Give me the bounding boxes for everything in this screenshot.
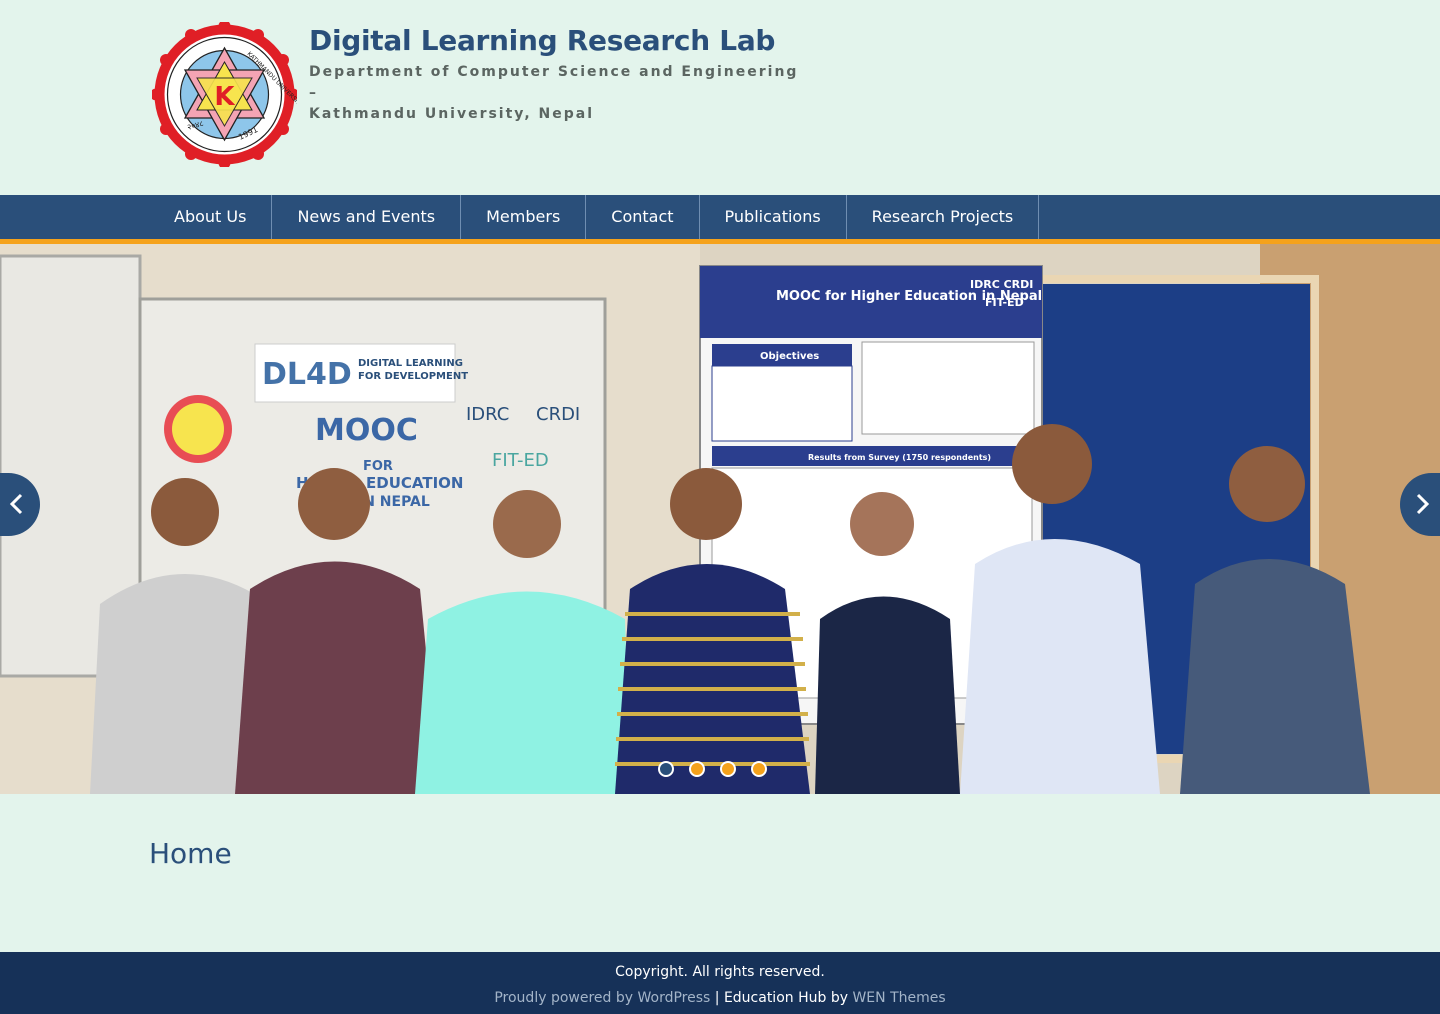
chevron-right-icon [1416, 493, 1430, 515]
poster-fit: FIT-ED [985, 296, 1024, 309]
banner-logo-sub-1: DIGITAL LEARNING [358, 358, 463, 369]
slide-image: DL4D DIGITAL LEARNING FOR DEVELOPMENT MO… [0, 244, 1440, 794]
banner-headline: MOOC [315, 413, 418, 448]
logo-mark: K [214, 82, 235, 112]
theme-credit: Education Hub by [723, 990, 853, 1006]
nav-item-members[interactable]: Members [461, 195, 587, 239]
nav-item-news-and-events[interactable]: News and Events [272, 195, 462, 239]
copyright-text: Copyright. All rights reserved. [615, 964, 825, 980]
poster-objectives: Objectives [760, 351, 819, 362]
nav-item-publications[interactable]: Publications [700, 195, 847, 239]
site-header: KATHMANDU UNIVERSITY २०४८ 1991 K Digital… [0, 0, 1440, 195]
nav-item-contact[interactable]: Contact [586, 195, 700, 239]
banner-fit: FIT-ED [492, 450, 549, 471]
main-navigation: About Us News and Events Members Contact… [0, 195, 1440, 244]
banner-partner-1: IDRC [466, 404, 509, 425]
banner-line-2: FOR [363, 459, 393, 474]
nav-menu: About Us News and Events Members Contact… [149, 195, 1040, 239]
poster-partners: IDRC CRDI [970, 278, 1033, 291]
banner-partner-2: CRDI [536, 404, 580, 425]
site-tagline: Department of Computer Science and Engin… [309, 62, 798, 125]
slider-dot-1[interactable] [658, 761, 674, 777]
university-logo[interactable]: KATHMANDU UNIVERSITY २०४८ 1991 K [152, 22, 297, 167]
slider-pagination [658, 761, 767, 777]
nav-item-about-us[interactable]: About Us [149, 195, 273, 239]
slider-dot-2[interactable] [689, 761, 705, 777]
wordpress-link[interactable]: Proudly powered by WordPress [494, 990, 710, 1006]
poster-results: Results from Survey (1750 respondents) [808, 453, 991, 462]
chevron-left-icon [9, 493, 23, 515]
banner-logo-sub-2: FOR DEVELOPMENT [358, 371, 468, 382]
banner-logo-text: DL4D [262, 357, 352, 392]
footer-credits: Proudly powered by WordPress | Education… [0, 990, 1440, 1006]
site-title[interactable]: Digital Learning Research Lab [309, 22, 775, 60]
tagline-line-2: – [309, 85, 318, 101]
credits-separator: | [710, 990, 724, 1006]
slider-dot-3[interactable] [720, 761, 736, 777]
site-footer: Copyright. All rights reserved. Proudly … [0, 952, 1440, 1014]
page-title: Home [149, 837, 232, 870]
tagline-line-1: Department of Computer Science and Engin… [309, 64, 799, 80]
nav-item-research-projects[interactable]: Research Projects [847, 195, 1040, 239]
hero-slider: DL4D DIGITAL LEARNING FOR DEVELOPMENT MO… [0, 244, 1440, 794]
slider-dot-4[interactable] [751, 761, 767, 777]
wen-themes-link[interactable]: WEN Themes [852, 990, 945, 1006]
tagline-line-3: Kathmandu University, Nepal [309, 106, 595, 122]
